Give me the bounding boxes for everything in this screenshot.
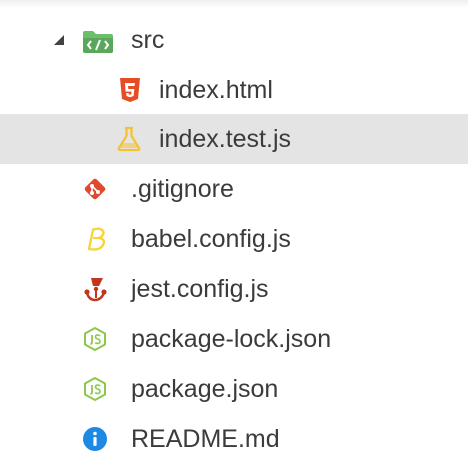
file-label: jest.config.js <box>131 275 269 303</box>
flask-test-icon <box>117 126 141 152</box>
file-row-index-html[interactable]: index.html <box>0 65 468 115</box>
nodejs-icon <box>84 377 106 401</box>
file-row-jest-config[interactable]: jest.config.js <box>0 264 468 314</box>
file-label: package-lock.json <box>131 325 332 353</box>
file-label: index.test.js <box>159 125 292 153</box>
html5-icon <box>120 78 140 102</box>
folder-src-label: src <box>131 26 165 54</box>
babel-icon <box>87 227 106 251</box>
file-label: babel.config.js <box>131 225 291 253</box>
file-explorer-tree: src index.html index.test.js .gitignore <box>0 0 468 474</box>
folder-src-icon <box>83 31 113 53</box>
expanded-chevron-icon[interactable] <box>52 33 66 47</box>
file-row-package-lock-json[interactable]: package-lock.json <box>0 314 468 364</box>
file-row-gitignore[interactable]: .gitignore <box>0 164 468 214</box>
nodejs-icon <box>84 327 106 351</box>
file-label: .gitignore <box>131 175 234 203</box>
git-icon <box>84 178 106 200</box>
file-row-readme[interactable]: README.md <box>0 414 468 464</box>
info-icon <box>83 427 107 451</box>
file-label: package.json <box>131 375 279 403</box>
file-row-package-json[interactable]: package.json <box>0 364 468 414</box>
file-row-index-test-js[interactable]: index.test.js <box>0 114 468 164</box>
jest-icon <box>84 278 107 302</box>
file-row-babel-config[interactable]: babel.config.js <box>0 214 468 264</box>
file-label: index.html <box>159 76 273 104</box>
file-label: README.md <box>131 425 280 453</box>
top-shadow <box>0 0 468 8</box>
folder-src-row[interactable]: src <box>0 15 468 65</box>
